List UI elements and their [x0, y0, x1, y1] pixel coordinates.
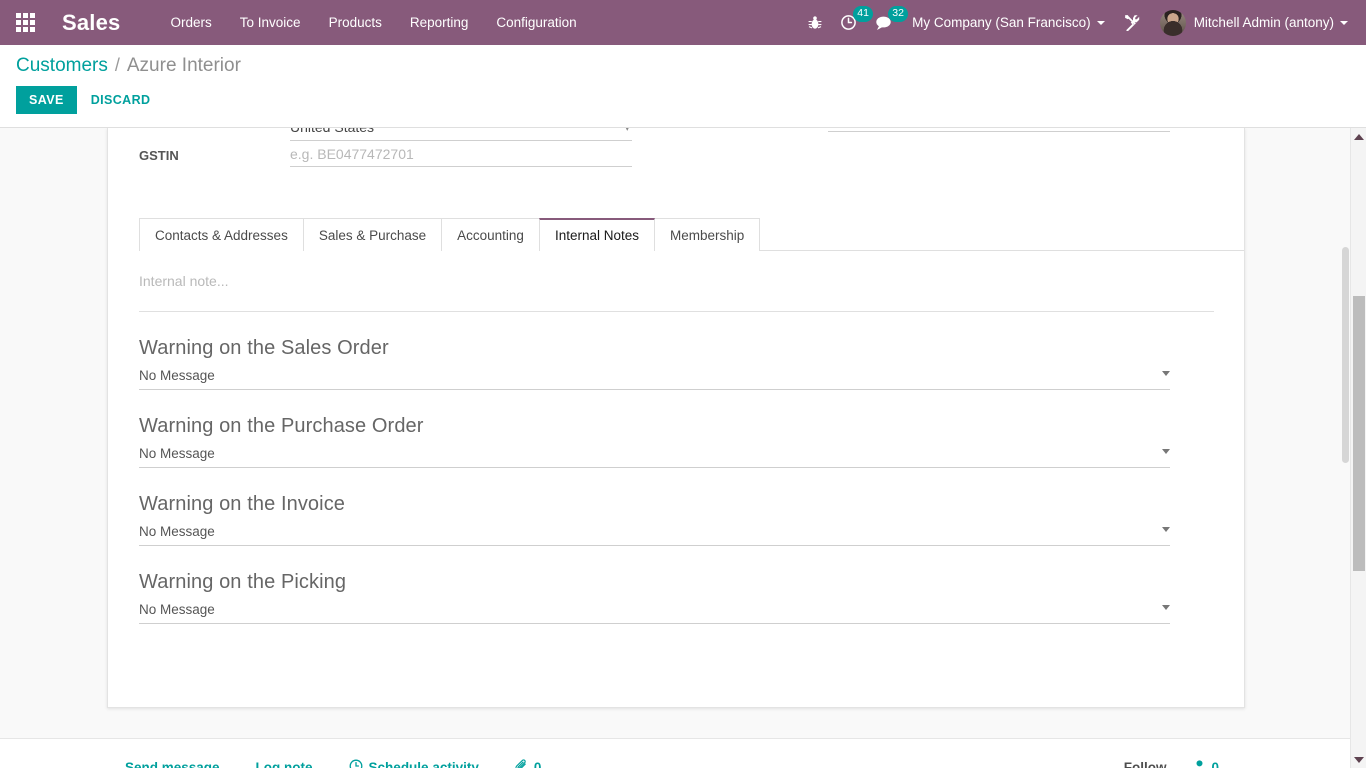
- warning-sales-order-group: Warning on the Sales Order No Message: [139, 337, 1213, 390]
- gstin-input[interactable]: e.g. BE0477472701: [290, 146, 632, 167]
- company-name: My Company (San Francisco): [912, 15, 1091, 30]
- internal-notes-panel: Internal note... Warning on the Sales Or…: [108, 251, 1244, 624]
- warning-sales-order-select[interactable]: No Message: [139, 368, 1170, 390]
- warning-invoice-value: No Message: [139, 524, 215, 539]
- top-navbar: Sales Orders To Invoice Products Reporti…: [0, 0, 1366, 45]
- scroll-down-arrow-icon[interactable]: [1351, 751, 1366, 768]
- user-icon: [1194, 759, 1205, 768]
- messages-chat-icon[interactable]: 32: [866, 0, 909, 45]
- discard-button[interactable]: DISCARD: [77, 86, 165, 114]
- schedule-activity-label: Schedule activity: [368, 760, 479, 768]
- chevron-down-icon: [1162, 371, 1170, 376]
- user-name: Mitchell Admin (antony): [1193, 15, 1334, 30]
- warning-invoice-label: Warning on the Invoice: [139, 493, 346, 515]
- window-scrollbar-thumb[interactable]: [1353, 296, 1365, 571]
- menu-item-reporting[interactable]: Reporting: [396, 0, 483, 45]
- menu-item-products[interactable]: Products: [315, 0, 396, 45]
- avatar: [1159, 9, 1186, 36]
- clock-icon: [349, 759, 363, 768]
- attachments-button[interactable]: 0: [497, 751, 560, 768]
- scroll-up-arrow-icon[interactable]: [1351, 128, 1366, 145]
- warning-sales-order-value: No Message: [139, 368, 215, 383]
- warning-purchase-order-label: Warning on the Purchase Order: [139, 415, 424, 437]
- warning-sales-order-label: Warning on the Sales Order: [139, 337, 389, 359]
- warning-purchase-order-value: No Message: [139, 446, 215, 461]
- chevron-down-icon: [1162, 527, 1170, 532]
- chevron-down-icon: [1162, 605, 1170, 610]
- follow-button[interactable]: Follow: [1106, 752, 1185, 768]
- chevron-down-icon: ▾: [624, 128, 630, 134]
- paperclip-icon: [515, 759, 528, 768]
- country-field[interactable]: United States▾: [290, 128, 632, 141]
- chevron-down-icon: [1340, 20, 1348, 25]
- menu-item-to-invoice[interactable]: To Invoice: [226, 0, 315, 45]
- sheet-area: United States▾ GSTIN e.g. BE0477472701 C…: [0, 128, 1352, 728]
- tab-contacts-addresses[interactable]: Contacts & Addresses: [139, 218, 304, 251]
- app-brand-sales[interactable]: Sales: [62, 10, 121, 36]
- warning-purchase-order-select[interactable]: No Message: [139, 446, 1170, 468]
- record-form-sheet: United States▾ GSTIN e.g. BE0477472701 C…: [107, 128, 1245, 708]
- tools-icon[interactable]: [1115, 0, 1150, 45]
- tab-membership[interactable]: Membership: [653, 218, 761, 251]
- followers-button[interactable]: 0: [1184, 752, 1245, 768]
- warning-picking-label: Warning on the Picking: [139, 571, 347, 593]
- breadcrumb: Customers / Azure Interior: [16, 45, 1350, 77]
- navbar-right-tools: 41 32 My Company (San Francisco) Mitchel…: [799, 0, 1366, 45]
- form-action-buttons: SAVE DISCARD: [16, 86, 1350, 114]
- tab-accounting[interactable]: Accounting: [441, 218, 540, 251]
- chevron-down-icon: [1096, 20, 1105, 25]
- form-scroll-area: United States▾ GSTIN e.g. BE0477472701 C…: [0, 128, 1366, 768]
- send-message-button[interactable]: Send message: [107, 752, 238, 768]
- attachment-count: 0: [533, 760, 542, 768]
- gstin-label: GSTIN: [139, 148, 179, 163]
- warning-picking-select[interactable]: No Message: [139, 602, 1170, 624]
- user-menu[interactable]: Mitchell Admin (antony): [1150, 0, 1358, 45]
- tags-field[interactable]: [828, 128, 1170, 132]
- breadcrumb-customers[interactable]: Customers: [16, 55, 108, 77]
- messages-count-badge: 32: [888, 6, 909, 22]
- warning-picking-value: No Message: [139, 602, 215, 617]
- control-panel: Customers / Azure Interior SAVE DISCARD …: [0, 45, 1366, 155]
- apps-grid-icon[interactable]: [8, 0, 42, 45]
- save-button[interactable]: SAVE: [16, 86, 77, 114]
- internal-note-input[interactable]: Internal note...: [139, 273, 1214, 312]
- window-scrollbar[interactable]: [1350, 128, 1366, 768]
- menu-item-orders[interactable]: Orders: [157, 0, 226, 45]
- warning-invoice-select[interactable]: No Message: [139, 524, 1170, 546]
- inner-scrollbar-thumb[interactable]: [1342, 247, 1349, 463]
- warning-purchase-order-group: Warning on the Purchase Order No Message: [139, 415, 1213, 468]
- main-menu: Orders To Invoice Products Reporting Con…: [157, 0, 591, 45]
- warning-invoice-group: Warning on the Invoice No Message: [139, 493, 1213, 546]
- breadcrumb-current: Azure Interior: [126, 55, 241, 76]
- chatter-bar: Send message Log note Schedule activity …: [0, 738, 1352, 768]
- warning-picking-group: Warning on the Picking No Message: [139, 571, 1213, 624]
- breadcrumb-separator: /: [114, 55, 120, 75]
- tab-internal-notes[interactable]: Internal Notes: [538, 218, 655, 251]
- log-note-button[interactable]: Log note: [238, 752, 331, 768]
- menu-item-configuration[interactable]: Configuration: [482, 0, 590, 45]
- followers-count: 0: [1211, 760, 1219, 768]
- bug-icon[interactable]: [799, 0, 831, 45]
- notebook-tabs: Contacts & Addresses Sales & Purchase Ac…: [139, 180, 1244, 251]
- schedule-activity-button[interactable]: Schedule activity: [331, 751, 497, 768]
- tab-sales-purchase[interactable]: Sales & Purchase: [302, 218, 443, 251]
- chevron-down-icon: [1162, 449, 1170, 454]
- company-switcher[interactable]: My Company (San Francisco): [902, 0, 1115, 45]
- clipped-field-row: United States▾ GSTIN e.g. BE0477472701: [108, 128, 1244, 180]
- activity-clock-icon[interactable]: 41: [831, 0, 874, 45]
- chatter-actions: Send message Log note Schedule activity …: [107, 751, 559, 768]
- chatter-followers: Follow 0: [1106, 752, 1245, 768]
